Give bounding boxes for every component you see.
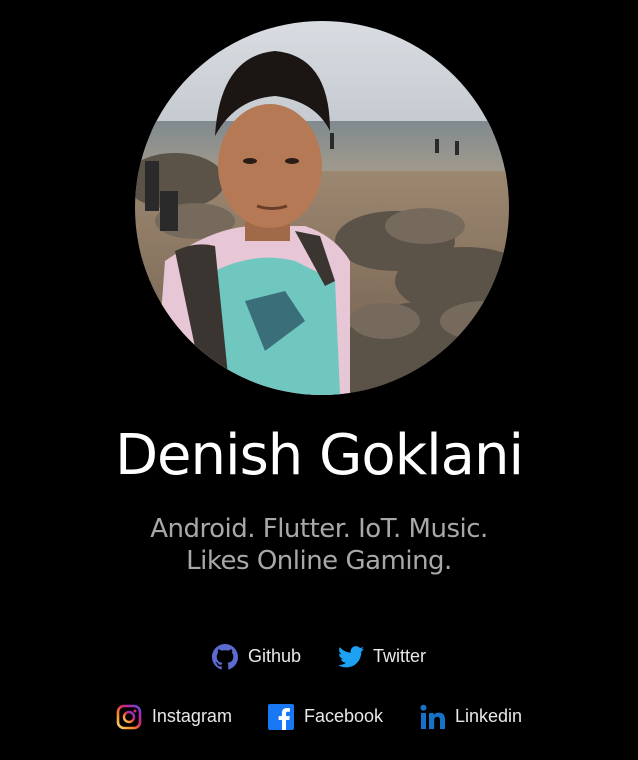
github-label: Github bbox=[247, 646, 302, 666]
instagram-label: Instagram bbox=[151, 706, 232, 726]
facebook-label: Facebook bbox=[303, 706, 384, 726]
github-icon bbox=[212, 643, 239, 670]
social-links-row-1: Github Twitter bbox=[0, 643, 638, 670]
profile-tagline: Android. Flutter. IoT. Music. Likes Onli… bbox=[0, 513, 638, 577]
tagline-line-1: Android. Flutter. IoT. Music. bbox=[150, 514, 488, 544]
twitter-icon bbox=[337, 643, 364, 670]
twitter-link[interactable]: Twitter bbox=[337, 643, 426, 670]
social-links-row-2: Instagram Facebook Linkedin bbox=[0, 703, 638, 730]
profile-photo bbox=[135, 21, 509, 395]
github-link[interactable]: Github bbox=[212, 643, 301, 670]
twitter-label: Twitter bbox=[373, 646, 427, 666]
linkedin-icon bbox=[419, 703, 446, 730]
facebook-icon bbox=[268, 703, 295, 730]
linkedin-link[interactable]: Linkedin bbox=[419, 703, 522, 730]
profile-page: Denish Goklani Android. Flutter. IoT. Mu… bbox=[0, 0, 638, 760]
facebook-link[interactable]: Facebook bbox=[268, 703, 383, 730]
linkedin-label: Linkedin bbox=[455, 706, 523, 726]
avatar bbox=[135, 21, 509, 395]
instagram-icon bbox=[116, 703, 143, 730]
instagram-link[interactable]: Instagram bbox=[116, 703, 232, 730]
profile-name: Denish Goklani bbox=[114, 423, 524, 488]
tagline-line-2: Likes Online Gaming. bbox=[186, 546, 452, 576]
